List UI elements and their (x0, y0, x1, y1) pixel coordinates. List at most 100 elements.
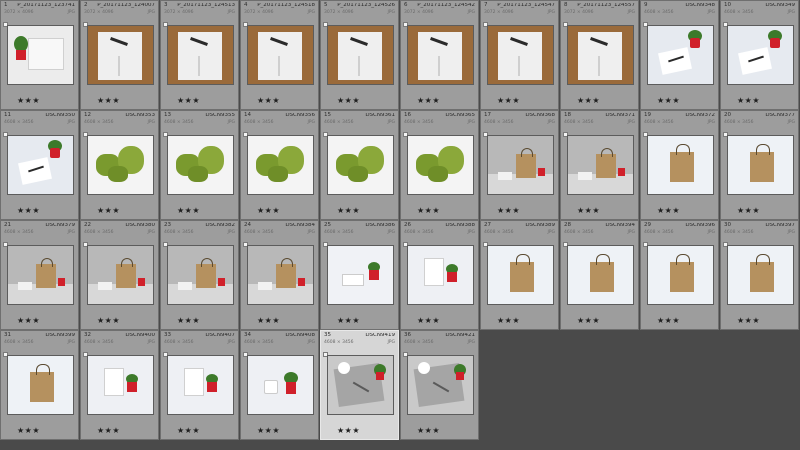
photo-thumbnail[interactable] (327, 25, 394, 85)
thumbnail-cell[interactable]: 1 P_20171123_123741 3072 × 4096 JPG ★★★ (0, 0, 79, 110)
star-rating[interactable]: ★★★ (657, 97, 680, 105)
thumbnail-cell[interactable]: 33 DSCN9407 4608 × 3456 JPG ★★★ (160, 330, 239, 440)
thumbnail-cell[interactable]: 25 DSCN9386 4608 × 3456 JPG ★★★ (320, 220, 399, 330)
star-rating[interactable]: ★★★ (737, 97, 760, 105)
thumbnail-cell[interactable]: 4 P_20171123_124518 3072 × 4096 JPG ★★★ (240, 0, 319, 110)
photo-thumbnail[interactable] (727, 25, 794, 85)
photo-thumbnail[interactable] (327, 355, 394, 415)
thumbnail-cell[interactable]: 10 DSCN9349 4608 × 3456 JPG ★★★ (720, 0, 799, 110)
star-rating[interactable]: ★★★ (737, 207, 760, 215)
star-rating[interactable]: ★★★ (497, 97, 520, 105)
thumbnail-cell[interactable]: 32 DSCN9400 4608 × 3456 JPG ★★★ (80, 330, 159, 440)
star-rating[interactable]: ★★★ (577, 97, 600, 105)
thumbnail-cell[interactable]: 16 DSCN9365 4608 × 3456 JPG ★★★ (400, 110, 479, 220)
thumbnail-cell[interactable]: 35 DSCN9419 4608 × 3456 JPG ★★★ (320, 330, 399, 440)
star-rating[interactable]: ★★★ (97, 427, 120, 435)
photo-thumbnail[interactable] (647, 25, 714, 85)
photo-thumbnail[interactable] (407, 245, 474, 305)
star-rating[interactable]: ★★★ (337, 317, 360, 325)
star-rating[interactable]: ★★★ (577, 317, 600, 325)
star-rating[interactable]: ★★★ (417, 97, 440, 105)
photo-thumbnail[interactable] (247, 245, 314, 305)
thumbnail-cell[interactable]: 19 DSCN9372 4608 × 3456 JPG ★★★ (640, 110, 719, 220)
star-rating[interactable]: ★★★ (417, 207, 440, 215)
star-rating[interactable]: ★★★ (257, 317, 280, 325)
photo-thumbnail[interactable] (247, 135, 314, 195)
photo-thumbnail[interactable] (727, 135, 794, 195)
thumbnail-cell[interactable]: 26 DSCN9388 4608 × 3456 JPG ★★★ (400, 220, 479, 330)
photo-thumbnail[interactable] (87, 25, 154, 85)
star-rating[interactable]: ★★★ (257, 97, 280, 105)
star-rating[interactable]: ★★★ (657, 317, 680, 325)
star-rating[interactable]: ★★★ (177, 427, 200, 435)
photo-thumbnail[interactable] (7, 355, 74, 415)
star-rating[interactable]: ★★★ (497, 207, 520, 215)
star-rating[interactable]: ★★★ (17, 317, 40, 325)
star-rating[interactable]: ★★★ (97, 207, 120, 215)
thumbnail-cell[interactable]: 31 DSCN9399 4608 × 3456 JPG ★★★ (0, 330, 79, 440)
star-rating[interactable]: ★★★ (257, 427, 280, 435)
photo-thumbnail[interactable] (167, 355, 234, 415)
star-rating[interactable]: ★★★ (497, 317, 520, 325)
thumbnail-cell[interactable]: 20 DSCN9377 4608 × 3456 JPG ★★★ (720, 110, 799, 220)
star-rating[interactable]: ★★★ (97, 317, 120, 325)
photo-thumbnail[interactable] (327, 245, 394, 305)
thumbnail-cell[interactable]: 11 DSCN9350 4608 × 3456 JPG ★★★ (0, 110, 79, 220)
star-rating[interactable]: ★★★ (737, 317, 760, 325)
photo-thumbnail[interactable] (327, 135, 394, 195)
star-rating[interactable]: ★★★ (337, 97, 360, 105)
thumbnail-cell[interactable]: 5 P_20171123_124526 3072 × 4096 JPG ★★★ (320, 0, 399, 110)
photo-thumbnail[interactable] (487, 245, 554, 305)
star-rating[interactable]: ★★★ (177, 207, 200, 215)
star-rating[interactable]: ★★★ (337, 207, 360, 215)
thumbnail-cell[interactable]: 24 DSCN9384 4608 × 3456 JPG ★★★ (240, 220, 319, 330)
star-rating[interactable]: ★★★ (177, 97, 200, 105)
photo-thumbnail[interactable] (7, 135, 74, 195)
star-rating[interactable]: ★★★ (577, 207, 600, 215)
star-rating[interactable]: ★★★ (17, 427, 40, 435)
thumbnail-cell[interactable]: 6 P_20171123_124542 3072 × 4096 JPG ★★★ (400, 0, 479, 110)
photo-thumbnail[interactable] (567, 25, 634, 85)
star-rating[interactable]: ★★★ (657, 207, 680, 215)
photo-thumbnail[interactable] (167, 135, 234, 195)
thumbnail-cell[interactable]: 7 P_20171123_124547 3072 × 4096 JPG ★★★ (480, 0, 559, 110)
photo-thumbnail[interactable] (727, 245, 794, 305)
thumbnail-cell[interactable]: 13 DSCN9355 4608 × 3456 JPG ★★★ (160, 110, 239, 220)
thumbnail-cell[interactable]: 34 DSCN9408 4608 × 3456 JPG ★★★ (240, 330, 319, 440)
thumbnail-cell[interactable]: 29 DSCN9396 4608 × 3456 JPG ★★★ (640, 220, 719, 330)
star-rating[interactable]: ★★★ (17, 97, 40, 105)
thumbnail-cell[interactable]: 9 DSCN9348 4608 × 3456 JPG ★★★ (640, 0, 719, 110)
thumbnail-cell[interactable]: 30 DSCN9397 4608 × 3456 JPG ★★★ (720, 220, 799, 330)
thumbnail-cell[interactable]: 23 DSCN9382 4608 × 3456 JPG ★★★ (160, 220, 239, 330)
star-rating[interactable]: ★★★ (97, 97, 120, 105)
star-rating[interactable]: ★★★ (17, 207, 40, 215)
thumbnail-cell[interactable]: 28 DSCN9394 4608 × 3456 JPG ★★★ (560, 220, 639, 330)
star-rating[interactable]: ★★★ (417, 427, 440, 435)
photo-thumbnail[interactable] (407, 355, 474, 415)
photo-thumbnail[interactable] (407, 135, 474, 195)
photo-thumbnail[interactable] (567, 135, 634, 195)
thumbnail-cell[interactable]: 27 DSCN9389 4608 × 3456 JPG ★★★ (480, 220, 559, 330)
photo-thumbnail[interactable] (87, 355, 154, 415)
photo-thumbnail[interactable] (247, 355, 314, 415)
star-rating[interactable]: ★★★ (177, 317, 200, 325)
photo-thumbnail[interactable] (87, 135, 154, 195)
photo-thumbnail[interactable] (247, 25, 314, 85)
star-rating[interactable]: ★★★ (417, 317, 440, 325)
star-rating[interactable]: ★★★ (337, 427, 360, 435)
photo-thumbnail[interactable] (167, 245, 234, 305)
thumbnail-cell[interactable]: 15 DSCN9361 4608 × 3456 JPG ★★★ (320, 110, 399, 220)
photo-thumbnail[interactable] (487, 25, 554, 85)
thumbnail-cell[interactable]: 3 P_20171123_124513 3072 × 4096 JPG ★★★ (160, 0, 239, 110)
photo-thumbnail[interactable] (7, 245, 74, 305)
photo-thumbnail[interactable] (647, 245, 714, 305)
photo-thumbnail[interactable] (647, 135, 714, 195)
thumbnail-cell[interactable]: 18 DSCN9371 4608 × 3456 JPG ★★★ (560, 110, 639, 220)
thumbnail-cell[interactable]: 21 DSCN9379 4608 × 3456 JPG ★★★ (0, 220, 79, 330)
photo-thumbnail[interactable] (167, 25, 234, 85)
photo-thumbnail[interactable] (567, 245, 634, 305)
star-rating[interactable]: ★★★ (257, 207, 280, 215)
photo-thumbnail[interactable] (7, 25, 74, 85)
photo-thumbnail[interactable] (407, 25, 474, 85)
thumbnail-cell[interactable]: 14 DSCN9356 4608 × 3456 JPG ★★★ (240, 110, 319, 220)
